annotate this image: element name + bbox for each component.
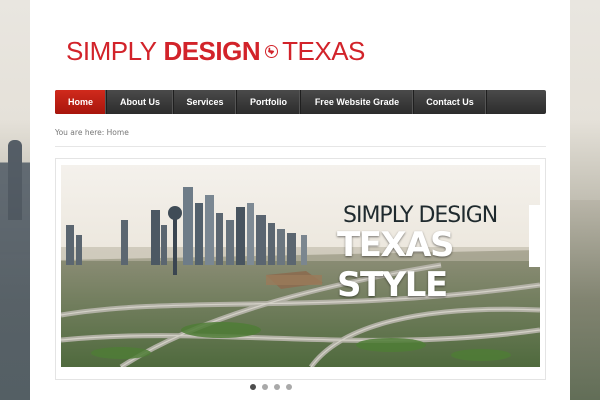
breadcrumb-current[interactable]: Home bbox=[107, 128, 129, 137]
logo-text-texas: TEXAS bbox=[282, 36, 365, 66]
nav-item-about-us[interactable]: About Us bbox=[107, 90, 174, 114]
logo-text-simply: SIMPLY bbox=[66, 36, 157, 66]
nav-item-label: Portfolio bbox=[250, 97, 287, 107]
hero-slider: SIMPLY DESIGN TEXAS STYLE bbox=[55, 158, 546, 380]
nav-item-label: Contact Us bbox=[426, 97, 474, 107]
hero-slide-image[interactable]: SIMPLY DESIGN TEXAS STYLE bbox=[61, 165, 540, 367]
slider-pagination bbox=[250, 384, 292, 390]
texas-map-icon bbox=[265, 45, 279, 58]
slider-dot-2[interactable] bbox=[262, 384, 268, 390]
slider-dot-1[interactable] bbox=[250, 384, 256, 390]
background-skyline-right bbox=[570, 200, 600, 400]
nav-item-label: Services bbox=[186, 97, 224, 107]
breadcrumb-prefix: You are here: bbox=[55, 128, 105, 137]
nav-item-label: Home bbox=[67, 97, 93, 107]
slider-dot-3[interactable] bbox=[274, 384, 280, 390]
nav-item-contact-us[interactable]: Contact Us bbox=[414, 90, 487, 114]
page-container: SIMPLY DESIGN TEXAS Home About Us Servic… bbox=[30, 0, 570, 400]
slide-headline-line2: TEXAS STYLE bbox=[337, 225, 454, 305]
nav-item-label: About Us bbox=[120, 97, 160, 107]
nav-item-label: Free Website Grade bbox=[314, 97, 400, 107]
logo-text-design: DESIGN bbox=[163, 36, 261, 66]
nav-item-free-website-grade[interactable]: Free Website Grade bbox=[301, 90, 414, 114]
main-navigation: Home About Us Services Portfolio Free We… bbox=[55, 90, 546, 114]
background-skyline-left bbox=[0, 140, 30, 400]
nav-item-services[interactable]: Services bbox=[174, 90, 237, 114]
divider bbox=[55, 146, 546, 147]
nav-item-home[interactable]: Home bbox=[55, 90, 107, 114]
slide-caption-edge bbox=[529, 205, 540, 267]
breadcrumb: You are here: Home bbox=[55, 128, 129, 137]
site-logo[interactable]: SIMPLY DESIGN TEXAS bbox=[66, 36, 365, 67]
slider-dot-4[interactable] bbox=[286, 384, 292, 390]
nav-item-portfolio[interactable]: Portfolio bbox=[237, 90, 301, 114]
